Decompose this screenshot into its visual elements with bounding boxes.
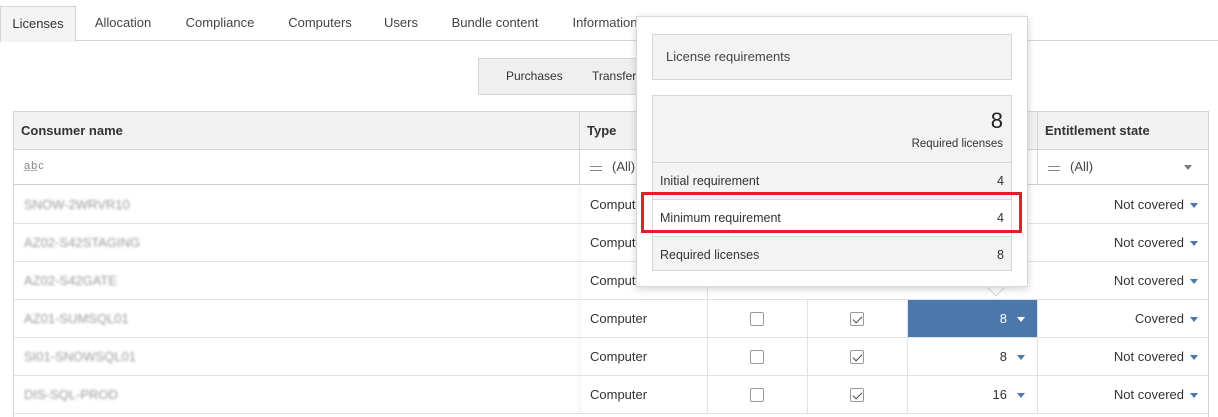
required-licenses-cell[interactable]: 8 [908, 300, 1038, 337]
chevron-down-icon[interactable] [1190, 355, 1198, 360]
entitlement-cell[interactable]: Not covered [1038, 224, 1208, 261]
highlight-box [641, 192, 1022, 233]
checkbox-checked[interactable] [850, 312, 864, 326]
tab-licenses[interactable]: Licenses [0, 6, 76, 42]
entitlement-cell[interactable]: Not covered [1038, 338, 1208, 375]
entitlement-cell[interactable]: Not covered [1038, 186, 1208, 223]
chevron-down-icon[interactable] [1017, 317, 1025, 322]
type-cell: Computer [580, 300, 708, 337]
requirements-panel: 8 Required licenses Initial requirement … [652, 95, 1012, 271]
entitlement-value: Not covered [1113, 349, 1184, 364]
popover-title: License requirements [652, 34, 1012, 80]
checkbox-cell [808, 376, 908, 413]
table-row[interactable]: SI01-SNOWSQL01 Computer 8 Not covered [14, 338, 1208, 376]
checkbox-cell [708, 376, 808, 413]
consumer-name-cell: DIS-SQL-PROD [14, 376, 580, 413]
entitlement-value: Covered [1134, 311, 1184, 326]
column-header-consumer-name[interactable]: Consumer name [14, 112, 580, 150]
tab-bundle-content[interactable]: Bundle content [438, 6, 552, 41]
required-licenses-total: 8 [990, 108, 1003, 133]
tab-bar: Licenses Allocation Compliance Computers… [0, 0, 1218, 42]
chevron-down-icon[interactable] [1017, 355, 1025, 360]
entitlement-value: Not covered [1113, 235, 1184, 250]
checkbox[interactable] [750, 312, 764, 326]
equals-icon [590, 166, 602, 171]
tab-allocation[interactable]: Allocation [82, 6, 164, 41]
checkbox-cell [808, 300, 908, 337]
table-row[interactable]: DIS-SQL-PROD Computer 16 Not covered [14, 376, 1208, 414]
checkbox-checked[interactable] [850, 388, 864, 402]
entitlement-cell[interactable]: Covered [1038, 300, 1208, 337]
checkbox-cell [808, 338, 908, 375]
entitlement-filter[interactable]: (All) [1038, 150, 1208, 185]
initial-requirement-label: Initial requirement [660, 174, 760, 188]
entitlement-value: Not covered [1113, 387, 1184, 402]
column-header-entitlement-state[interactable]: Entitlement state [1038, 112, 1208, 150]
tab-computers[interactable]: Computers [276, 6, 364, 41]
type-cell: Computer [580, 338, 708, 375]
entitlement-value: Not covered [1113, 273, 1184, 288]
subtab-transfer[interactable]: Transfer [592, 59, 636, 94]
table-row[interactable]: AZ01-SUMSQL01 Computer 8 Covered [14, 300, 1208, 338]
consumer-filter-icon: a̲b̲c [24, 160, 45, 172]
consumer-name-cell: AZ02-S42STAGING [14, 224, 580, 261]
subtab-bar: Purchases Transfer [478, 58, 658, 95]
license-requirements-popover: License requirements 8 Required licenses… [636, 16, 1028, 287]
chevron-down-icon[interactable] [1190, 317, 1198, 322]
entitlement-cell[interactable]: Not covered [1038, 376, 1208, 413]
subtab-purchases[interactable]: Purchases [506, 59, 563, 94]
entitlement-value: Not covered [1113, 197, 1184, 212]
table-row[interactable]: SNOW-2WRVR10 Computer Not covered [14, 186, 1208, 224]
checkbox-cell [708, 300, 808, 337]
entitlement-cell[interactable]: Not covered [1038, 262, 1208, 299]
required-licenses-label: Required licenses [660, 248, 760, 262]
tab-users[interactable]: Users [372, 6, 430, 41]
type-filter-value: (All) [612, 159, 636, 174]
checkbox-cell [708, 338, 808, 375]
consumer-name-cell: SNOW-2WRVR10 [14, 186, 580, 223]
required-licenses-row: Required licenses 8 [653, 236, 1011, 273]
checkbox[interactable] [750, 350, 764, 364]
entitlement-filter-value: (All) [1070, 159, 1094, 174]
table-row[interactable]: AZ02-S42STAGING Computer Not covered [14, 224, 1208, 262]
chevron-down-icon[interactable] [1190, 279, 1198, 284]
required-licenses-value: 16 [992, 387, 1007, 402]
chevron-down-icon[interactable] [1184, 165, 1192, 170]
required-licenses-caption: Required licenses [911, 138, 1003, 150]
chevron-down-icon[interactable] [1190, 393, 1198, 398]
required-licenses-value: 8 [999, 349, 1007, 364]
consumer-name-filter[interactable]: a̲b̲c [14, 150, 580, 185]
required-licenses-value: 8 [999, 311, 1007, 326]
equals-icon [1048, 166, 1060, 171]
consumers-grid: Consumer name Type Entitlement state a̲b… [13, 111, 1209, 417]
chevron-down-icon[interactable] [1190, 241, 1198, 246]
required-licenses-row-value: 8 [997, 248, 1004, 262]
checkbox-checked[interactable] [850, 350, 864, 364]
consumer-name-cell: SI01-SNOWSQL01 [14, 338, 580, 375]
consumer-name-cell: AZ02-S42GATE [14, 262, 580, 299]
required-licenses-cell[interactable]: 16 [908, 376, 1038, 413]
chevron-down-icon[interactable] [1190, 203, 1198, 208]
chevron-down-icon[interactable] [1017, 393, 1025, 398]
tab-compliance[interactable]: Compliance [172, 6, 268, 41]
required-licenses-cell[interactable]: 8 [908, 338, 1038, 375]
type-cell: Computer [580, 376, 708, 413]
table-row[interactable]: AZ02-S42GATE Computer Not covered [14, 262, 1208, 300]
checkbox[interactable] [750, 388, 764, 402]
consumer-name-cell: AZ01-SUMSQL01 [14, 300, 580, 337]
